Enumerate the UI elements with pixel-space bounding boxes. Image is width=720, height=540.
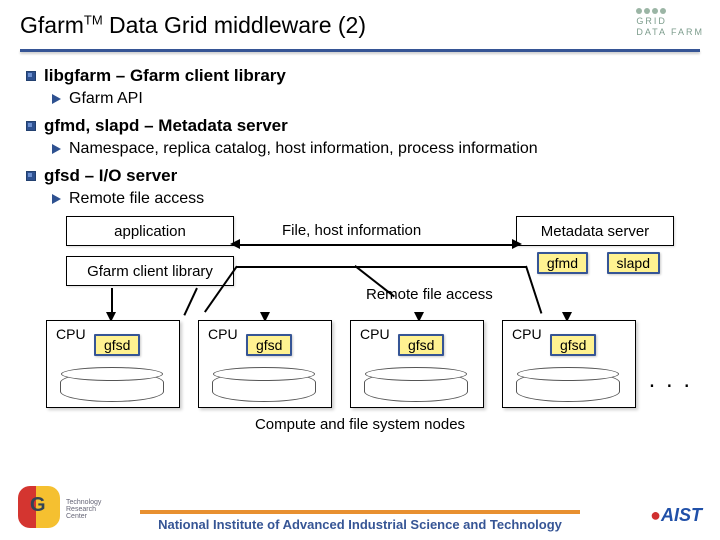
- logo-dots-icon: [636, 8, 704, 14]
- sub-gfarm-api: Gfarm API: [52, 90, 694, 108]
- content-area: libgfarm – Gfarm client library Gfarm AP…: [0, 52, 720, 456]
- triangle-bullet-icon: [52, 194, 61, 204]
- compute-node: CPU gfsd: [502, 320, 636, 408]
- square-bullet-icon: [26, 121, 36, 131]
- sub-text: Remote file access: [69, 190, 204, 208]
- arrowhead-icon: [230, 239, 240, 249]
- triangle-bullet-icon: [52, 144, 61, 154]
- ellipsis: . . .: [649, 366, 692, 394]
- aist-logo: ●AIST: [650, 505, 702, 526]
- application-box: application: [66, 216, 234, 246]
- bullet-libgfarm: libgfarm – Gfarm client library: [26, 66, 694, 86]
- compute-node: CPU gfsd: [350, 320, 484, 408]
- slide-header: GfarmTM Data Grid middleware (2) GRID DA…: [0, 0, 720, 45]
- title-sup: TM: [84, 12, 103, 27]
- cpu-label: CPU: [360, 326, 390, 342]
- tech-center-text: TechnologyResearchCenter: [66, 499, 101, 520]
- arrow-line: [236, 266, 526, 268]
- bullet-text: gfmd, slapd – Metadata server: [44, 116, 288, 136]
- disk-icon: [212, 372, 316, 402]
- file-host-info-label: File, host information: [282, 222, 421, 239]
- bullet-gfsd: gfsd – I/O server: [26, 166, 694, 186]
- arrow-line: [183, 288, 197, 316]
- logo-line1: GRID: [636, 16, 704, 27]
- sub-text: Namespace, replica catalog, host informa…: [69, 140, 538, 158]
- cpu-label: CPU: [208, 326, 238, 342]
- cpu-label: CPU: [56, 326, 86, 342]
- slapd-chip: slapd: [607, 252, 660, 274]
- triangle-bullet-icon: [52, 94, 61, 104]
- gt-logo: G: [18, 486, 60, 528]
- sub-text: Gfarm API: [69, 90, 143, 108]
- gfsd-chip: gfsd: [398, 334, 444, 356]
- gfsd-chip: gfsd: [550, 334, 596, 356]
- disk-icon: [516, 372, 620, 402]
- title-pre: Gfarm: [20, 12, 84, 38]
- arrow-line: [236, 244, 516, 246]
- client-library-box: Gfarm client library: [66, 256, 234, 286]
- disk-icon: [60, 372, 164, 402]
- grid-data-farm-logo: GRID DATA FARM: [636, 8, 704, 38]
- arrow-line: [111, 288, 113, 314]
- bullet-text: gfsd – I/O server: [44, 166, 177, 186]
- aist-text: AIST: [661, 505, 702, 525]
- footer-text: National Institute of Advanced Industria…: [0, 517, 720, 532]
- compute-node: CPU gfsd: [46, 320, 180, 408]
- arrowhead-icon: [512, 239, 522, 249]
- gfsd-chip: gfsd: [246, 334, 292, 356]
- sub-remote: Remote file access: [52, 190, 694, 208]
- bullet-text: libgfarm – Gfarm client library: [44, 66, 286, 86]
- metadata-server-box: Metadata server: [516, 216, 674, 246]
- architecture-diagram: application Gfarm client library Metadat…: [26, 216, 694, 456]
- square-bullet-icon: [26, 171, 36, 181]
- diagram-caption: Compute and file system nodes: [26, 416, 694, 433]
- title-post: Data Grid middleware (2): [103, 12, 366, 38]
- sub-namespace: Namespace, replica catalog, host informa…: [52, 140, 694, 158]
- gfmd-chip: gfmd: [537, 252, 588, 274]
- compute-node: CPU gfsd: [198, 320, 332, 408]
- logo-line2: DATA FARM: [636, 27, 704, 38]
- square-bullet-icon: [26, 71, 36, 81]
- cpu-label: CPU: [512, 326, 542, 342]
- footer-bar: [140, 510, 580, 514]
- bullet-metadata: gfmd, slapd – Metadata server: [26, 116, 694, 136]
- disk-icon: [364, 372, 468, 402]
- slide-title: GfarmTM Data Grid middleware (2): [20, 12, 700, 39]
- gfsd-chip: gfsd: [94, 334, 140, 356]
